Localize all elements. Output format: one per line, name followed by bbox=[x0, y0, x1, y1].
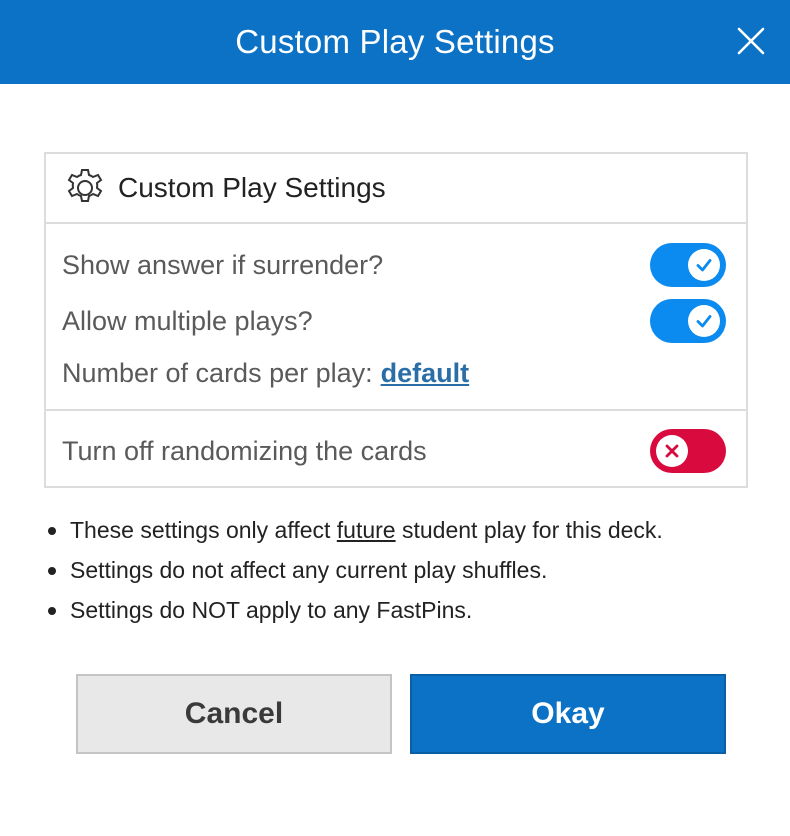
panel-divider bbox=[46, 409, 746, 411]
show-answer-toggle[interactable] bbox=[650, 243, 726, 287]
panel-title: Custom Play Settings bbox=[118, 172, 386, 203]
panel-header: Custom Play Settings bbox=[46, 154, 746, 224]
setting-label-randomize: Turn off randomizing the cards bbox=[62, 435, 427, 466]
note-item: Settings do not affect any current play … bbox=[44, 550, 764, 590]
custom-play-settings-dialog: Custom Play Settings Custom Play Setting… bbox=[0, 0, 790, 836]
x-icon bbox=[656, 435, 688, 467]
randomize-toggle[interactable] bbox=[650, 429, 726, 473]
setting-row-multiple-plays: Allow multiple plays? bbox=[62, 296, 746, 346]
dialog-title: Custom Play Settings bbox=[235, 23, 555, 60]
dialog-header: Custom Play Settings bbox=[0, 0, 790, 84]
setting-row-randomize: Turn off randomizing the cards bbox=[62, 426, 746, 476]
note-emphasis: future bbox=[336, 517, 396, 543]
cards-per-play-link[interactable]: default bbox=[381, 358, 470, 389]
multiple-plays-toggle[interactable] bbox=[650, 299, 726, 343]
note-text: These settings only affect bbox=[70, 517, 337, 543]
check-icon bbox=[688, 249, 720, 281]
note-item: These settings only affect future studen… bbox=[44, 510, 764, 550]
cards-per-play-label: Number of cards per play: bbox=[62, 357, 373, 388]
cancel-button[interactable]: Cancel bbox=[76, 674, 392, 754]
close-icon[interactable] bbox=[736, 26, 766, 56]
setting-row-cards-per-play: Number of cards per play: default bbox=[62, 350, 746, 396]
setting-label-multiple-plays: Allow multiple plays? bbox=[62, 305, 313, 336]
check-icon bbox=[688, 305, 720, 337]
notes-list: These settings only affect future studen… bbox=[44, 510, 764, 630]
setting-row-show-answer: Show answer if surrender? bbox=[62, 240, 746, 290]
setting-label-show-answer: Show answer if surrender? bbox=[62, 249, 384, 280]
note-item: Settings do NOT apply to any FastPins. bbox=[44, 590, 764, 630]
note-text: student play for this deck. bbox=[395, 517, 663, 543]
okay-button[interactable]: Okay bbox=[410, 674, 726, 754]
settings-panel: Custom Play Settings Show answer if surr… bbox=[44, 152, 748, 488]
gear-icon bbox=[64, 167, 106, 209]
